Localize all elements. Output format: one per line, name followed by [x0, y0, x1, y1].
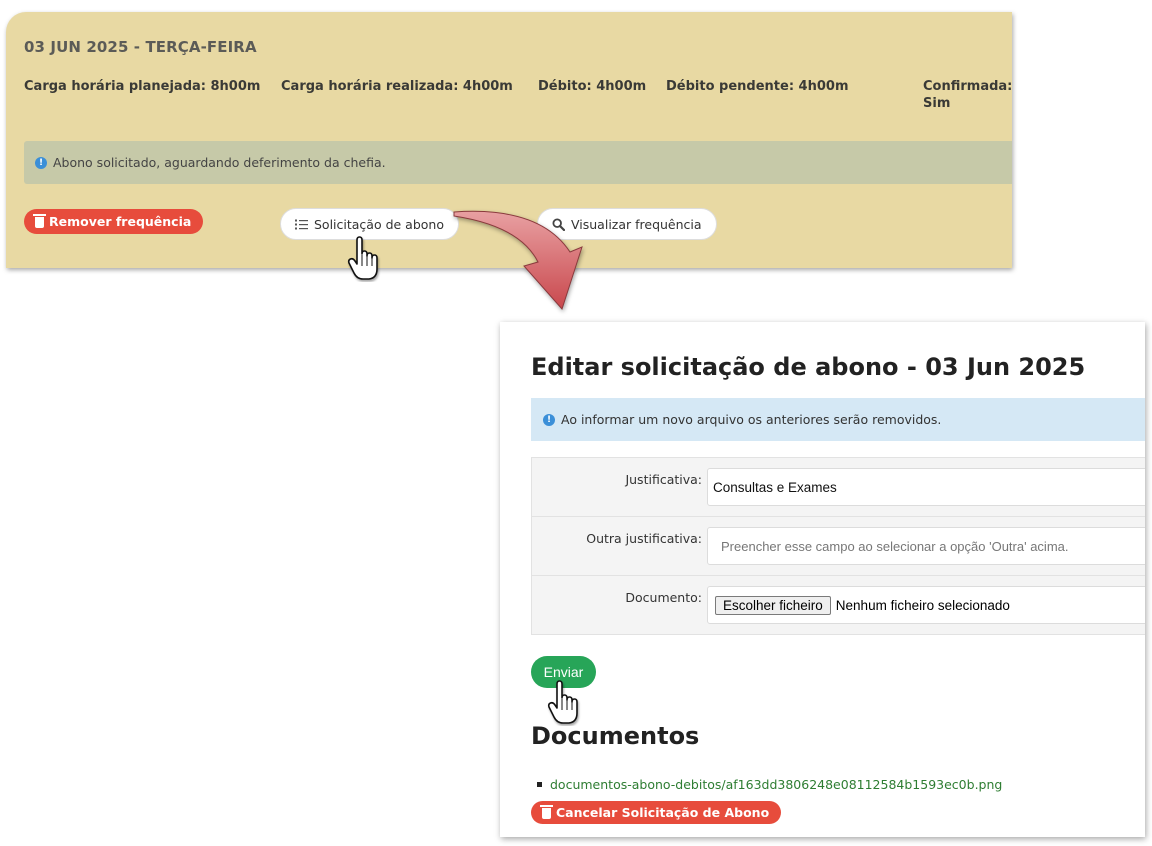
- trash-icon: [33, 214, 46, 228]
- confirmed-label: Confirmada:: [923, 79, 1013, 94]
- justification-row: Justificativa: Consultas e Exames: [532, 458, 1145, 517]
- info-icon: !: [35, 156, 47, 169]
- planned-hours: Carga horária planejada: 8h00m: [24, 79, 261, 94]
- request-allowance-label: Solicitação de abono: [314, 216, 444, 232]
- bullet-icon: [537, 782, 542, 787]
- edit-allowance-form-panel: Editar solicitação de abono - 03 Jun 202…: [500, 322, 1145, 837]
- list-icon: [295, 219, 308, 229]
- pending-request-alert: ! Abono solicitado, aguardando deferimen…: [24, 141, 1012, 184]
- note-text: Ao informar um novo arquivo os anteriore…: [561, 412, 942, 427]
- cancel-request-button[interactable]: Cancelar Solicitação de Abono: [531, 801, 782, 824]
- cancel-request-label: Cancelar Solicitação de Abono: [556, 805, 770, 820]
- other-justification-input[interactable]: Preencher esse campo ao selecionar a opç…: [707, 527, 1145, 565]
- date-title: 03 JUN 2025 - TERÇA-FEIRA: [24, 38, 257, 56]
- allowance-form: Justificativa: Consultas e Exames Outra …: [531, 457, 1145, 635]
- alert-text: Abono solicitado, aguardando deferimento…: [53, 155, 386, 170]
- worked-hours: Carga horária realizada: 4h00m: [281, 79, 513, 94]
- other-justification-row: Outra justificativa: Preencher esse camp…: [532, 517, 1145, 576]
- remove-frequency-button[interactable]: Remover frequência: [24, 209, 204, 234]
- hours-summary: Carga horária planejada: 8h00m Carga hor…: [24, 78, 1014, 118]
- justification-label: Justificativa:: [625, 472, 702, 487]
- hand-pointer-icon: [347, 236, 378, 280]
- form-title: Editar solicitação de abono - 03 Jun 202…: [531, 353, 1086, 381]
- other-justification-label: Outra justificativa:: [586, 531, 702, 546]
- hand-pointer-icon: [547, 680, 578, 724]
- justification-select[interactable]: Consultas e Exames: [707, 468, 1145, 506]
- curved-arrow-icon: [453, 210, 583, 310]
- choose-file-button[interactable]: Escolher ficheiro: [715, 595, 831, 615]
- file-status: Nenhum ficheiro selecionado: [835, 597, 1010, 613]
- file-replace-note: ! Ao informar um novo arquivo os anterio…: [531, 398, 1145, 441]
- list-item: documentos-abono-debitos/af163dd3806248e…: [537, 777, 1002, 792]
- debit: Débito: 4h00m: [538, 79, 647, 94]
- pending-debit: Débito pendente: 4h00m: [666, 79, 849, 94]
- documents-title: Documentos: [531, 722, 700, 750]
- confirmed-value: Sim: [923, 96, 951, 111]
- documents-list: documentos-abono-debitos/af163dd3806248e…: [537, 777, 1002, 792]
- justification-value: Consultas e Exames: [713, 479, 837, 495]
- trash-icon: [540, 805, 553, 819]
- other-justification-placeholder: Preencher esse campo ao selecionar a opç…: [721, 538, 1069, 554]
- document-file-input[interactable]: Escolher ficheiro Nenhum ficheiro seleci…: [707, 586, 1145, 624]
- document-link[interactable]: documentos-abono-debitos/af163dd3806248e…: [550, 777, 1002, 792]
- remove-frequency-label: Remover frequência: [49, 214, 192, 229]
- info-icon: !: [543, 413, 555, 426]
- document-label: Documento:: [625, 590, 702, 605]
- confirmed-status: Confirmada: Sim: [923, 78, 1012, 112]
- document-row: Documento: Escolher ficheiro Nenhum fich…: [532, 576, 1145, 635]
